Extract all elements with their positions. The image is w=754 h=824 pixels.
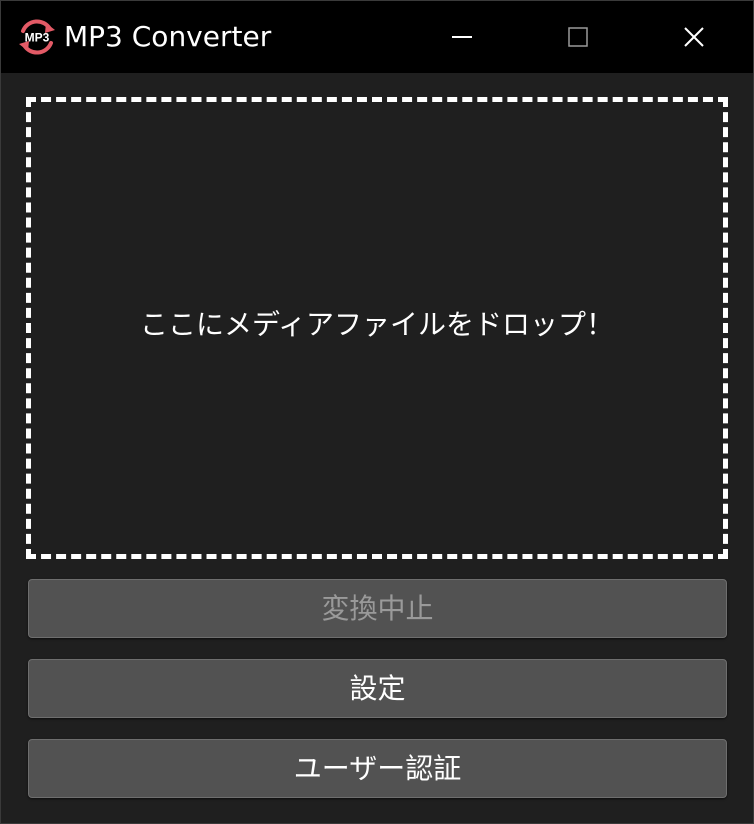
app-icon-label: MP3 [25,31,50,45]
stop-conversion-button[interactable]: 変換中止 [28,579,727,638]
file-drop-zone[interactable]: ここにメディアファイルをドロップ！ [26,97,728,559]
drop-zone-text: ここにメディアファイルをドロップ！ [139,308,615,341]
mp3-convert-icon: MP3 [19,19,55,55]
user-auth-button[interactable]: ユーザー認証 [28,739,727,798]
main-content: ここにメディアファイルをドロップ！ 変換中止 設定 ユーザー認証 [1,73,753,823]
settings-button[interactable]: 設定 [28,659,727,718]
minimize-icon [452,36,472,38]
maximize-button[interactable] [520,1,636,73]
app-window: MP3 MP3 Converter ここにメディアファイルをドロップ！ 変換中止… [0,0,754,824]
window-title: MP3 Converter [64,20,272,53]
close-button[interactable] [636,1,752,73]
close-icon [684,27,704,47]
minimize-button[interactable] [404,1,520,73]
title-bar[interactable]: MP3 MP3 Converter [1,1,753,73]
maximize-icon [568,27,588,47]
